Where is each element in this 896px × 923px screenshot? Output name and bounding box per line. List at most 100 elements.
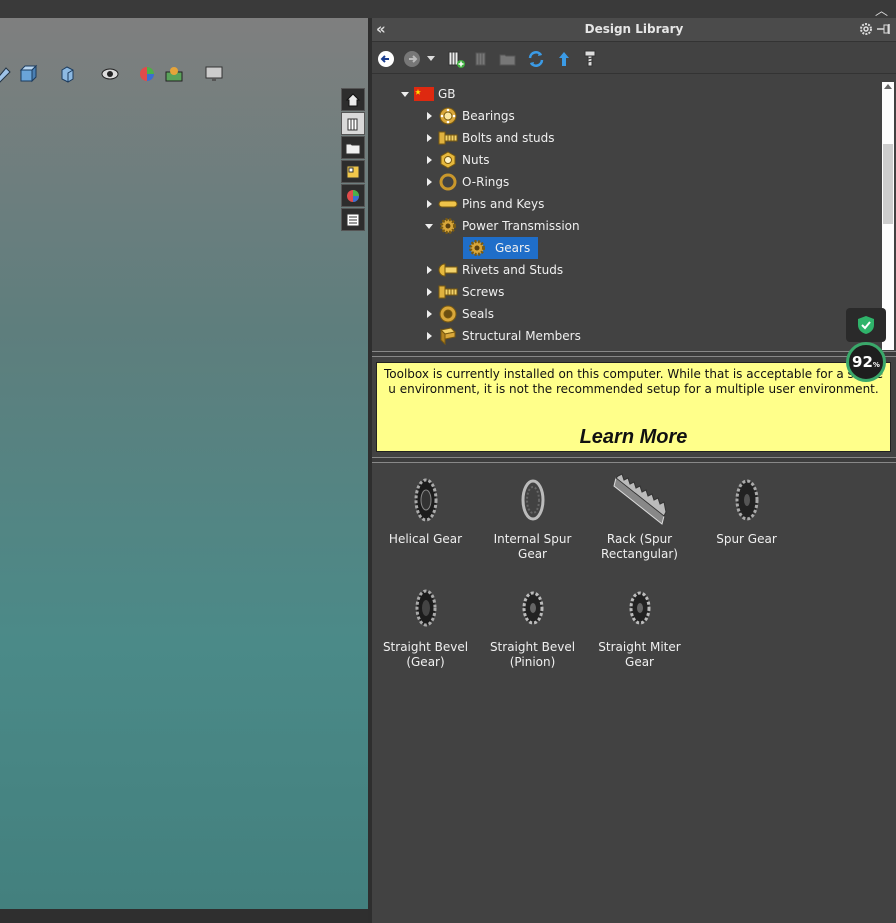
tree-label: GB (438, 87, 456, 101)
library-item-straight-miter-gear[interactable]: Straight Miter Gear (586, 578, 693, 670)
scene-icon[interactable] (164, 64, 184, 84)
tree-node-bearings[interactable]: Bearings (424, 105, 515, 127)
expand-chevron-icon[interactable] (424, 199, 434, 209)
expand-chevron-icon[interactable] (424, 155, 434, 165)
up-arrow-icon[interactable] (554, 49, 574, 69)
miter-gear-icon (586, 578, 693, 638)
bevel-pinion-icon (479, 578, 586, 638)
tree-node-structural-members[interactable]: Structural Members (424, 325, 581, 347)
library-items-grid: Helical Gear Internal Spur Gear Rack (Sp… (372, 470, 896, 923)
add-file-location-icon[interactable] (472, 49, 492, 69)
expand-chevron-icon[interactable] (400, 89, 410, 99)
nut-icon (438, 151, 458, 169)
sketch-icon[interactable] (0, 64, 14, 84)
tree-label: Structural Members (462, 329, 581, 343)
warning-text: Toolbox is currently installed on this c… (383, 367, 884, 396)
panel-title-bar: « Design Library (372, 18, 896, 42)
expand-chevron-icon[interactable] (424, 331, 434, 341)
scroll-up-arrow-icon[interactable] (884, 84, 892, 89)
antivirus-widget[interactable]: 92% (846, 308, 886, 384)
tree-node-bolts-and-studs[interactable]: Bolts and studs (424, 127, 555, 149)
tab-file-explorer[interactable] (341, 136, 365, 159)
create-folder-icon[interactable] (498, 49, 518, 69)
library-item-rack-spur-rectangular[interactable]: Rack (Spur Rectangular) (586, 470, 693, 562)
view-orientation-icon[interactable] (18, 64, 38, 84)
app-window: ︿ « Design Library GB Bearings Bolts and… (0, 0, 896, 923)
tab-home[interactable] (341, 88, 365, 111)
view-palette-icon (346, 165, 360, 178)
forward-arrow-icon[interactable] (402, 49, 422, 69)
item-label: Helical Gear (388, 532, 463, 546)
tree-node-gb[interactable]: GB (400, 83, 456, 105)
learn-more-link[interactable]: Learn More (377, 426, 890, 449)
monitor-icon[interactable] (204, 64, 224, 84)
rack-gear-icon (586, 470, 693, 530)
add-to-library-icon[interactable] (446, 49, 466, 69)
pin-icon[interactable] (876, 21, 892, 40)
toolbox-warning-message: Toolbox is currently installed on this c… (376, 362, 891, 452)
expand-chevron-icon[interactable] (424, 287, 434, 297)
top-bar: ︿ (0, 0, 896, 19)
library-item-spur-gear[interactable]: Spur Gear (693, 470, 800, 547)
tree-node-seals[interactable]: Seals (424, 303, 494, 325)
properties-list-icon (346, 213, 360, 226)
graphics-viewport[interactable] (0, 18, 368, 909)
bearing-icon (438, 107, 458, 125)
expand-chevron-icon[interactable] (424, 111, 434, 121)
tree-node-screws[interactable]: Screws (424, 281, 504, 303)
library-item-helical-gear[interactable]: Helical Gear (372, 470, 479, 547)
gear-icon (438, 217, 458, 235)
beam-icon (438, 327, 458, 345)
item-label: Straight Bevel (Gear) (382, 640, 469, 669)
tree-label: Pins and Keys (462, 197, 545, 211)
helical-gear-icon (372, 470, 479, 530)
display-style-icon[interactable] (58, 64, 78, 84)
item-label: Straight Miter Gear (598, 640, 681, 669)
tree-node-gears[interactable]: Gears (463, 237, 539, 259)
tree-node-o-rings[interactable]: O-Rings (424, 171, 509, 193)
history-dropdown-icon[interactable] (426, 49, 436, 69)
item-label: Spur Gear (716, 532, 777, 546)
item-label: Rack (Spur Rectangular) (601, 532, 678, 561)
pane-divider[interactable] (372, 457, 896, 463)
gear-icon (467, 239, 487, 257)
tab-view-palette[interactable] (341, 160, 365, 183)
tree-label: Seals (462, 307, 494, 321)
task-pane-tabs (341, 88, 367, 232)
seal-icon (438, 305, 458, 323)
panel-title: Design Library (584, 22, 684, 36)
score-ring: 92% (846, 342, 886, 382)
score-value: 92 (852, 353, 873, 371)
library-item-straight-bevel-gear[interactable]: Straight Bevel (Gear) (372, 578, 479, 670)
tree-node-power-transmission[interactable]: Power Transmission (424, 215, 580, 237)
appearance-icon[interactable] (138, 64, 158, 84)
tree-node-rivets-and-studs[interactable]: Rivets and Studs (424, 259, 563, 281)
tab-design-library[interactable] (341, 112, 365, 135)
library-item-internal-spur-gear[interactable]: Internal Spur Gear (479, 470, 586, 562)
folder-icon (345, 143, 361, 154)
spur-gear-icon (693, 470, 800, 530)
collapse-up-icon[interactable]: ︿ (875, 0, 888, 19)
item-label: Internal Spur Gear (493, 532, 572, 561)
library-item-straight-bevel-pinion[interactable]: Straight Bevel (Pinion) (479, 578, 586, 670)
tab-appearances[interactable] (341, 184, 365, 207)
pane-divider[interactable] (372, 351, 896, 357)
expand-chevron-icon[interactable] (424, 177, 434, 187)
tree-node-nuts[interactable]: Nuts (424, 149, 490, 171)
toolbox-screw-icon[interactable] (580, 49, 600, 69)
tab-custom-properties[interactable] (341, 208, 365, 231)
refresh-icon[interactable] (526, 49, 546, 69)
settings-gear-icon[interactable] (858, 21, 874, 40)
tree-node-pins-and-keys[interactable]: Pins and Keys (424, 193, 544, 215)
back-arrow-icon[interactable] (376, 49, 396, 69)
oring-icon (438, 173, 458, 191)
expand-chevron-icon[interactable] (424, 309, 434, 319)
scrollbar-thumb[interactable] (883, 144, 893, 224)
expand-chevron-icon[interactable] (424, 265, 434, 275)
library-toolbar (372, 44, 896, 74)
hide-show-icon[interactable] (100, 64, 120, 84)
shield-check-icon (846, 308, 886, 342)
expand-chevron-icon[interactable] (424, 221, 434, 231)
expand-chevron-icon[interactable] (424, 133, 434, 143)
rivet-icon (438, 261, 458, 279)
